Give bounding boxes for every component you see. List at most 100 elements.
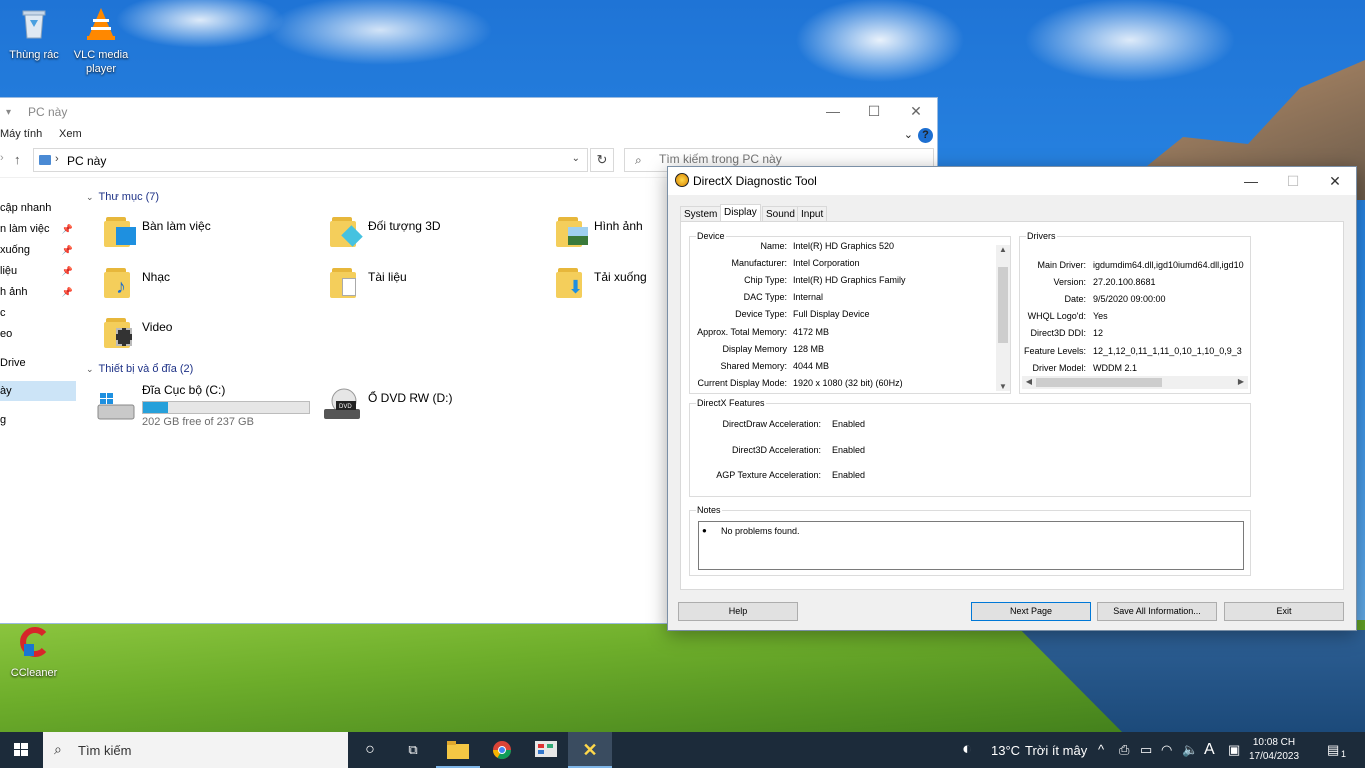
start-button[interactable] [0,732,42,768]
driver-row-key: Driver Model: [1032,362,1086,373]
help-button[interactable]: Help [678,602,798,621]
refresh-button[interactable]: ↻ [590,148,614,172]
device-row: DAC Type: Internal [690,292,990,306]
collapse-chevron-icon[interactable]: ⌄ [86,364,94,374]
pin-icon: 📌 [61,287,73,297]
exit-button[interactable]: Exit [1224,602,1344,621]
feature-row: AGP Texture Acceleration: Enabled [690,470,990,484]
drive-dvd-d[interactable]: DVD Ổ DVD RW (D:) [322,383,552,427]
up-arrow-icon[interactable]: ↑ [14,152,21,167]
desktop-icon-recycle-bin[interactable]: Thùng rác [2,6,66,62]
breadcrumb-separator-icon[interactable]: › [55,153,59,165]
tab-sound[interactable]: Sound [762,206,799,222]
folders-group-header[interactable]: ⌄ Thư mục (7) [86,191,159,203]
nav-item-label: Drive [0,357,26,369]
input-method-indicator[interactable]: A [1204,741,1215,759]
taskbar-control-panel[interactable] [524,732,568,768]
features-legend: DirectX Features [696,398,766,408]
quick-access-toolbar-chevron-icon[interactable]: ▾ [6,107,16,118]
explorer-title-bar[interactable]: ▾ PC này — ☐ ✕ [0,98,937,124]
minimize-button[interactable]: — [1230,167,1272,195]
folder-videos[interactable]: Video [102,314,322,358]
nav-item-onedrive[interactable]: Drive [0,353,76,373]
tab-display[interactable]: Display [720,204,761,222]
scroll-left-icon[interactable]: ◀ [1022,377,1036,386]
ribbon-tab-computer[interactable]: Máy tính [0,128,42,140]
folder-music[interactable]: ♪ Nhạc [102,264,322,308]
nav-item-desktop[interactable]: n làm việc 📌 [0,219,76,239]
folder-documents[interactable]: Tài liệu [328,264,548,308]
taskbar-search-box[interactable]: ⌕ Tìm kiếm [43,732,348,768]
folder-3d-objects[interactable]: Đối tượng 3D [328,213,548,257]
weather-temperature[interactable]: 13°C [991,743,1020,758]
show-hidden-icons-chevron-icon[interactable]: ^ [1098,742,1104,757]
desktop-icon-ccleaner[interactable]: CCleaner [2,624,66,680]
tab-input[interactable]: Input [797,206,828,222]
address-bar[interactable]: › PC này ⌄ [33,148,588,172]
scrollbar-thumb[interactable] [1036,378,1162,387]
nav-item-videos[interactable]: eo [0,324,76,344]
folder-name: Tải xuống [594,270,647,284]
nav-item-quick-access[interactable]: cập nhanh [0,198,76,218]
expand-ribbon-chevron-icon[interactable]: ⌄ [904,128,913,141]
battery-icon[interactable]: ▭ [1140,742,1152,758]
feature-row-key: DirectDraw Acceleration: [722,419,821,429]
nav-item-documents[interactable]: liệu 📌 [0,261,76,281]
notifications-icon[interactable]: ▤ [1327,742,1339,758]
cortana-button[interactable]: ○ [348,732,392,768]
nav-item-this-pc[interactable]: ày [0,381,76,401]
driver-row-key: Date: [1064,294,1086,305]
minimize-button[interactable]: — [812,98,854,124]
next-page-button[interactable]: Next Page [971,602,1091,621]
task-view-button[interactable]: ⧉ [391,732,435,768]
save-all-information-button[interactable]: Save All Information... [1097,602,1217,621]
volume-icon[interactable]: 🔈 [1182,742,1198,758]
dxdiag-title-bar[interactable]: DirectX Diagnostic Tool — ☐ ✕ [668,167,1356,195]
nav-item-downloads[interactable]: xuống 📌 [0,240,76,260]
directx-features-group: DirectX Features DirectDraw Acceleration… [689,398,1251,497]
device-scrollbar[interactable]: ▲ ▼ [996,245,1010,391]
network-device-icon[interactable]: ⎙ [1119,742,1129,758]
help-icon[interactable]: ? [918,128,933,143]
scrollbar-thumb[interactable] [998,267,1008,343]
3d-objects-folder-icon [328,213,363,249]
scroll-down-icon[interactable]: ▼ [996,382,1010,391]
nav-item-label: cập nhanh [0,202,52,214]
weather-icon[interactable]: ◐ [962,739,972,759]
desktop-icon-vlc[interactable]: VLC media player [69,6,133,76]
scroll-up-icon[interactable]: ▲ [996,245,1010,254]
collapse-chevron-icon[interactable]: ⌄ [86,192,94,202]
keyboard-icon[interactable]: ▣ [1228,742,1240,758]
feature-row-key: AGP Texture Acceleration: [716,470,821,481]
scroll-right-icon[interactable]: ▶ [1234,377,1248,386]
recent-locations-chevron-icon[interactable]: › [0,152,4,164]
taskbar-search-label: Tìm kiếm [78,743,132,758]
folder-desktop[interactable]: Bàn làm việc [102,213,322,257]
close-button[interactable]: ✕ [1314,167,1356,195]
taskbar-dxdiag[interactable]: ✕ [568,732,612,768]
device-legend: Device [696,231,726,241]
close-button[interactable]: ✕ [895,98,937,124]
address-dropdown-icon[interactable]: ⌄ [572,153,580,164]
devices-group-header[interactable]: ⌄ Thiết bị và ổ đĩa (2) [86,363,193,375]
device-row: Device Type: Full Display Device [690,309,990,323]
wifi-icon[interactable]: ◠ [1161,742,1172,758]
drivers-hscrollbar[interactable]: ◀ ▶ [1022,376,1248,389]
taskbar-chrome[interactable] [480,732,524,768]
nav-item-network[interactable]: g [0,410,76,430]
notes-box[interactable]: ● No problems found. [698,521,1244,570]
search-input[interactable] [659,152,919,166]
tab-system[interactable]: System [680,206,722,222]
documents-folder-icon [328,264,362,300]
drive-local-disk-c[interactable]: Đĩa Cục bộ (C:) 202 GB free of 237 GB [96,383,326,428]
drivers-list[interactable]: Main Driver: igdumdim64.dll,igd10iumd64.d… [1020,237,1250,377]
maximize-button[interactable]: ☐ [853,98,895,124]
nav-item-pictures[interactable]: h ảnh 📌 [0,282,76,302]
device-row-value: Intel Corporation [793,258,860,269]
taskbar-file-explorer[interactable] [436,732,480,768]
nav-item-music[interactable]: c [0,303,76,323]
weather-description[interactable]: Trời ít mây [1025,743,1087,758]
clock[interactable]: 10:08 CH 17/04/2023 [1248,736,1300,764]
dxdiag-title: DirectX Diagnostic Tool [693,174,817,188]
ribbon-tab-view[interactable]: Xem [59,128,82,140]
